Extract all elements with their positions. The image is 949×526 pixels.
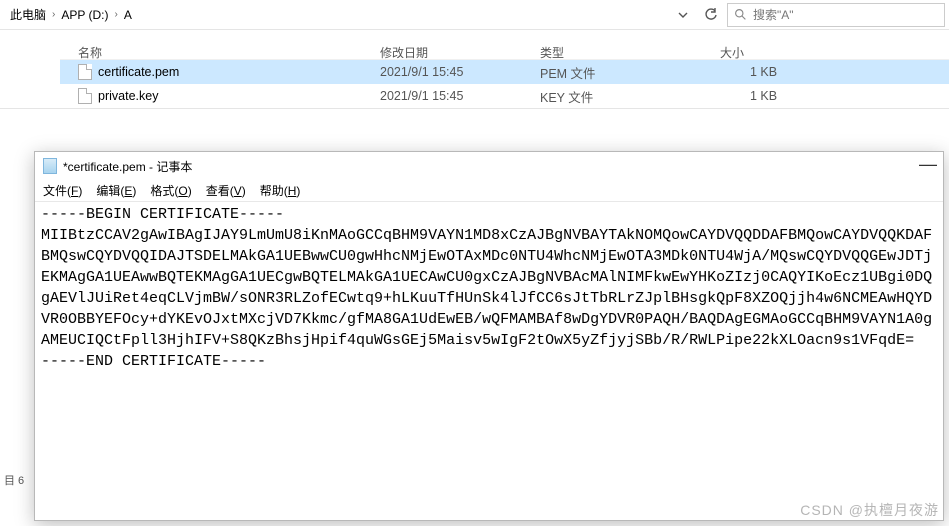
- refresh-button[interactable]: [699, 3, 723, 27]
- breadcrumb[interactable]: 此电脑 › APP (D:) › A: [4, 3, 667, 27]
- menu-format[interactable]: 格式(O): [150, 182, 191, 199]
- header-type[interactable]: 类型: [540, 44, 720, 61]
- file-row[interactable]: certificate.pem 2021/9/1 15:45 PEM 文件 1 …: [60, 60, 949, 84]
- search-icon: [734, 8, 747, 21]
- menu-file[interactable]: 文件(F): [43, 182, 82, 199]
- file-size: 1 KB: [720, 89, 820, 103]
- menu-view[interactable]: 查看(V): [206, 182, 246, 199]
- header-name[interactable]: 名称: [60, 44, 380, 61]
- address-bar: 此电脑 › APP (D:) › A 搜索"A": [0, 0, 949, 30]
- breadcrumb-seg-pc[interactable]: 此电脑: [10, 6, 46, 23]
- notepad-app-icon: [43, 158, 57, 174]
- notepad-textarea[interactable]: -----BEGIN CERTIFICATE----- MIIBtzCCAV2g…: [35, 202, 943, 520]
- notepad-window: *certificate.pem - 记事本 — 文件(F) 编辑(E) 格式(…: [34, 151, 944, 521]
- file-icon: [78, 64, 92, 80]
- file-size: 1 KB: [720, 65, 820, 79]
- menu-edit[interactable]: 编辑(E): [96, 182, 136, 199]
- search-placeholder: 搜索"A": [753, 6, 794, 23]
- file-date: 2021/9/1 15:45: [380, 65, 540, 79]
- file-name: certificate.pem: [98, 65, 179, 79]
- chevron-right-icon: ›: [52, 9, 55, 20]
- breadcrumb-seg-folder[interactable]: A: [124, 8, 132, 22]
- header-date[interactable]: 修改日期: [380, 44, 540, 61]
- search-input[interactable]: 搜索"A": [727, 3, 945, 27]
- notepad-titlebar[interactable]: *certificate.pem - 记事本 —: [35, 152, 943, 180]
- breadcrumb-seg-drive[interactable]: APP (D:): [61, 8, 108, 22]
- history-dropdown[interactable]: [671, 3, 695, 27]
- header-size[interactable]: 大小: [720, 44, 820, 61]
- file-row[interactable]: private.key 2021/9/1 15:45 KEY 文件 1 KB: [60, 84, 949, 108]
- status-bar-left: 目 6: [0, 472, 24, 488]
- minimize-button[interactable]: —: [919, 154, 937, 175]
- menu-help[interactable]: 帮助(H): [260, 182, 301, 199]
- explorer-window: 此电脑 › APP (D:) › A 搜索"A" 名称 修改日期 类型 大小: [0, 0, 949, 109]
- file-date: 2021/9/1 15:45: [380, 89, 540, 103]
- file-type: KEY 文件: [540, 87, 720, 106]
- file-icon: [78, 88, 92, 104]
- file-name: private.key: [98, 89, 158, 103]
- file-list: 名称 修改日期 类型 大小 certificate.pem 2021/9/1 1…: [0, 30, 949, 108]
- notepad-menubar: 文件(F) 编辑(E) 格式(O) 查看(V) 帮助(H): [35, 180, 943, 202]
- chevron-right-icon: ›: [114, 9, 117, 20]
- notepad-title: *certificate.pem - 记事本: [63, 158, 192, 175]
- column-headers: 名称 修改日期 类型 大小: [60, 30, 949, 60]
- file-type: PEM 文件: [540, 63, 720, 82]
